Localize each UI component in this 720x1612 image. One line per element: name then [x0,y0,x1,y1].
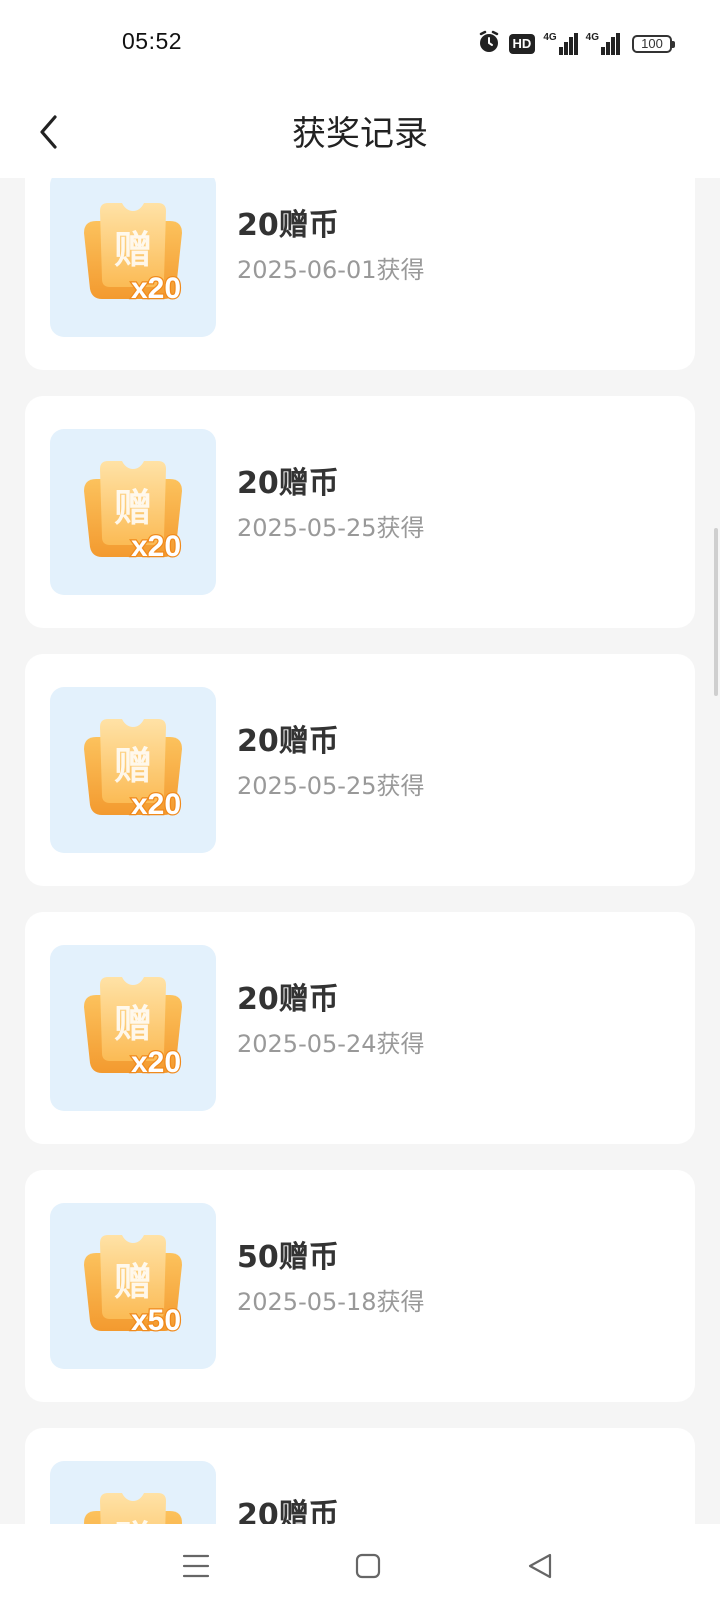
badge-char: 赠 [114,744,152,788]
record-card[interactable]: 赠 x20 20赠币 2025-05-25获得 [25,654,695,886]
reward-thumbnail: 赠 x20 [50,687,216,853]
reward-title: 20赠币 [237,724,339,759]
status-icons: HD 4G 4G 100 [477,30,675,58]
reward-title: 20赠币 [237,208,339,243]
badge-amount: x20 [131,788,181,821]
page-title: 获奖记录 [292,114,428,154]
header-bar: 获奖记录 [0,90,720,178]
coupon-badge-icon: 赠 x20 [84,203,182,306]
reward-thumbnail: 赠 x20 [50,429,216,595]
record-card[interactable]: 赠 x50 50赠币 2025-05-18获得 [25,1170,695,1402]
reward-title: 20赠币 [237,466,339,501]
record-card[interactable]: 赠 x20 20赠币 2025-05-24获得 [25,912,695,1144]
scrollbar[interactable] [714,528,718,696]
reward-thumbnail: 赠 x50 [50,1203,216,1369]
coupon-badge-icon: 赠 x20 [84,1493,182,1524]
system-back-button[interactable] [512,1544,568,1592]
reward-thumbnail: 赠 x20 [50,1461,216,1524]
badge-char: 赠 [114,1002,152,1046]
reward-title: 50赠币 [237,1240,339,1275]
record-card[interactable]: 赠 x20 20赠币 [25,1428,695,1524]
alarm-icon [477,30,501,58]
reward-date: 2025-06-01获得 [237,256,425,284]
home-square-icon [354,1552,382,1584]
records-list[interactable]: 赠 x20 20赠币 2025-06-01获得 赠 x20 20赠币 2025-… [0,178,720,1524]
badge-amount: x50 [131,1304,181,1337]
home-button[interactable] [340,1544,396,1592]
hd-voice-icon: HD [508,34,536,54]
battery-icon: 100 [632,35,675,53]
coupon-badge-icon: 赠 x20 [84,461,182,564]
badge-char: 赠 [114,228,152,272]
status-bar: 05:52 HD 4G 4G 100 [0,0,720,90]
signal-4g-icon: 4G [543,32,578,55]
badge-amount: x20 [131,1046,181,1079]
reward-thumbnail: 赠 x20 [50,945,216,1111]
badge-amount: x20 [131,530,181,563]
record-card[interactable]: 赠 x20 20赠币 2025-06-01获得 [25,178,695,370]
system-nav-bar [0,1524,720,1612]
back-triangle-icon [526,1552,554,1584]
reward-title: 20赠币 [237,982,339,1017]
badge-amount: x20 [131,272,181,305]
signal-4g-icon: 4G [586,33,620,55]
menu-icon [182,1553,210,1583]
coupon-badge-icon: 赠 x50 [84,1235,182,1338]
reward-date: 2025-05-18获得 [237,1288,425,1316]
network-label: 4G [543,32,557,43]
menu-button[interactable] [168,1544,224,1592]
network-label: 4G [585,32,599,43]
reward-title: 20赠币 [237,1498,339,1524]
coupon-badge-icon: 赠 x20 [84,719,182,822]
badge-char: 赠 [114,486,152,530]
reward-date: 2025-05-24获得 [237,1030,425,1058]
reward-thumbnail: 赠 x20 [50,178,216,337]
record-card[interactable]: 赠 x20 20赠币 2025-05-25获得 [25,396,695,628]
reward-date: 2025-05-25获得 [237,772,425,800]
coupon-badge-icon: 赠 x20 [84,977,182,1080]
reward-date: 2025-05-25获得 [237,514,425,542]
status-time: 05:52 [122,28,183,54]
badge-char: 赠 [114,1260,152,1304]
